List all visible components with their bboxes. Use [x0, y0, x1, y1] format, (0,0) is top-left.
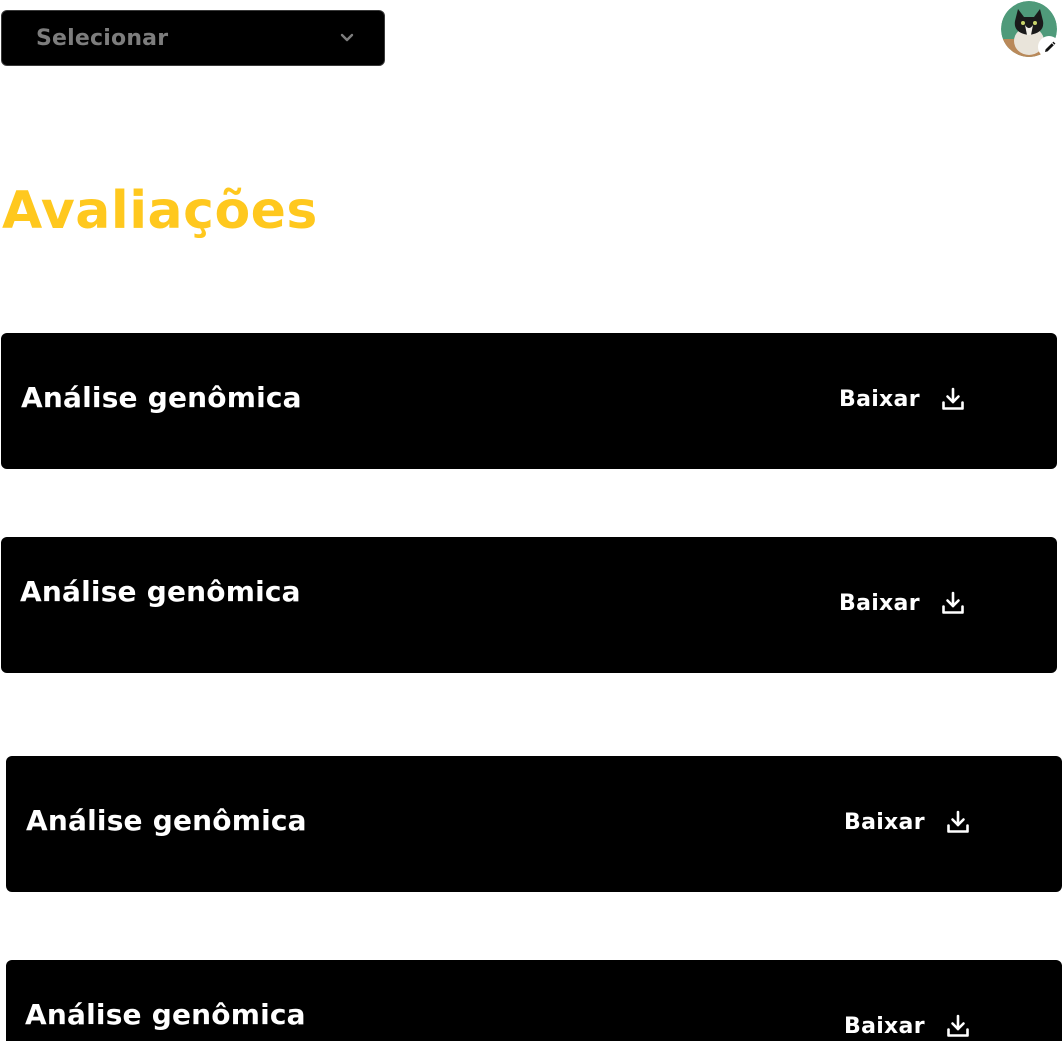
evaluation-title: Análise genômica — [25, 998, 306, 1031]
select-dropdown[interactable]: Selecionar — [1, 10, 385, 66]
chevron-down-icon — [340, 31, 354, 45]
evaluation-title: Análise genômica — [26, 804, 307, 837]
avatar[interactable] — [1001, 1, 1060, 58]
download-label: Baixar — [844, 1013, 925, 1039]
download-button[interactable]: Baixar — [839, 590, 966, 616]
download-button[interactable]: Baixar — [844, 1013, 971, 1039]
evaluation-title: Análise genômica — [20, 575, 301, 608]
download-icon — [940, 590, 966, 616]
download-button[interactable]: Baixar — [839, 386, 966, 412]
download-button[interactable]: Baixar — [844, 809, 971, 835]
download-icon — [945, 809, 971, 835]
select-value: Selecionar — [36, 25, 169, 51]
page: Selecionar Avaliações Análise genômica B… — [0, 0, 1063, 1041]
download-label: Baixar — [844, 809, 925, 835]
download-label: Baixar — [839, 590, 920, 616]
download-icon — [945, 1013, 971, 1039]
evaluation-card: Análise genômica Baixar — [6, 960, 1062, 1041]
evaluation-card: Análise genômica Baixar — [1, 333, 1057, 469]
download-label: Baixar — [839, 386, 920, 412]
download-icon — [940, 386, 966, 412]
pencil-icon[interactable] — [1038, 36, 1060, 58]
evaluation-title: Análise genômica — [21, 381, 302, 414]
page-title: Avaliações — [2, 181, 318, 241]
evaluation-card: Análise genômica Baixar — [6, 756, 1062, 892]
evaluation-card: Análise genômica Baixar — [1, 537, 1057, 673]
